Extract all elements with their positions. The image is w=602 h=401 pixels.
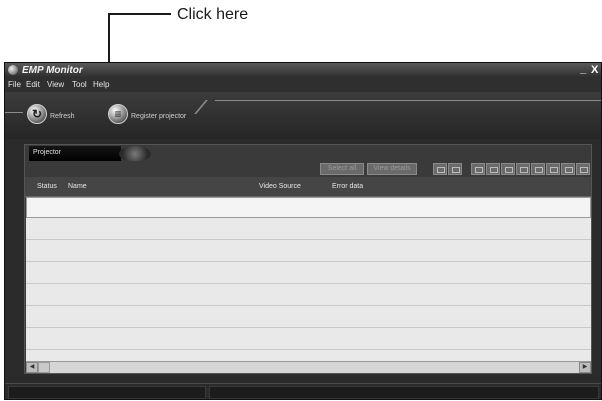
menu-help[interactable]: Help bbox=[93, 79, 109, 91]
menu-edit[interactable]: Edit bbox=[26, 79, 40, 91]
callout-line-horizontal bbox=[108, 13, 171, 15]
refresh-icon: ↻ bbox=[27, 104, 47, 124]
list-row[interactable] bbox=[26, 241, 591, 262]
projector-list[interactable] bbox=[26, 197, 591, 361]
status-pane-right bbox=[209, 386, 599, 399]
refresh-button[interactable]: ↻ Refresh bbox=[27, 104, 87, 126]
list-toolbar: Select all View details bbox=[25, 161, 591, 177]
column-name[interactable]: Name bbox=[68, 182, 87, 192]
minimize-button[interactable]: _ bbox=[577, 64, 589, 76]
select-all-button[interactable]: Select all bbox=[320, 163, 364, 175]
list-row[interactable] bbox=[26, 263, 591, 284]
menu-view[interactable]: View bbox=[47, 79, 64, 91]
window-title: EMP Monitor bbox=[22, 65, 83, 76]
display-icon[interactable] bbox=[546, 163, 560, 175]
toolbar-divider bbox=[5, 112, 23, 113]
list-row[interactable] bbox=[26, 329, 591, 350]
column-header-row: Status Name Video Source Error data bbox=[25, 177, 591, 197]
menu-tool[interactable]: Tool bbox=[72, 79, 87, 91]
monitor-icon[interactable] bbox=[516, 163, 530, 175]
detail-view-icon[interactable] bbox=[501, 163, 515, 175]
status-pane-left bbox=[8, 386, 206, 399]
projector-icon[interactable] bbox=[531, 163, 545, 175]
column-video-source[interactable]: Video Source bbox=[259, 182, 301, 192]
list-row[interactable] bbox=[26, 285, 591, 306]
scroll-right-arrow-icon[interactable]: ▶ bbox=[579, 362, 591, 373]
column-error-data[interactable]: Error data bbox=[332, 182, 363, 192]
register-projector-button[interactable]: ≡ Register projector bbox=[108, 104, 208, 126]
projector-tab[interactable]: Projector bbox=[29, 146, 121, 161]
grid-view-icon[interactable] bbox=[471, 163, 485, 175]
refresh-label: Refresh bbox=[50, 113, 75, 120]
scroll-thumb[interactable] bbox=[38, 362, 50, 373]
menu-bar: File Edit View Tool Help bbox=[5, 78, 601, 92]
title-bar: EMP Monitor _ X bbox=[5, 63, 601, 78]
toolbar-divider bbox=[215, 100, 601, 101]
app-icon bbox=[8, 65, 18, 75]
view-details-button[interactable]: View details bbox=[367, 163, 417, 175]
toolbar: ↻ Refresh ≡ Register projector bbox=[5, 92, 601, 139]
emp-monitor-window: EMP Monitor _ X File Edit View Tool Help… bbox=[4, 62, 602, 400]
list-view-icon[interactable] bbox=[486, 163, 500, 175]
screen-icon[interactable] bbox=[561, 163, 575, 175]
tab-decoration bbox=[119, 146, 151, 162]
projector-panel: Projector Select all View details Status… bbox=[24, 144, 592, 374]
horizontal-scrollbar[interactable]: ◀ ▶ bbox=[26, 361, 591, 373]
register-projector-label: Register projector bbox=[131, 113, 187, 120]
list-row[interactable] bbox=[26, 219, 591, 240]
settings-icon[interactable] bbox=[576, 163, 590, 175]
power-icon[interactable] bbox=[448, 163, 462, 175]
scroll-left-arrow-icon[interactable]: ◀ bbox=[26, 362, 38, 373]
column-status[interactable]: Status bbox=[37, 182, 57, 192]
status-bar bbox=[5, 383, 601, 399]
list-row[interactable] bbox=[26, 197, 591, 218]
callout-label: Click here bbox=[177, 6, 249, 23]
list-row[interactable] bbox=[26, 307, 591, 328]
info-icon[interactable] bbox=[433, 163, 447, 175]
close-button[interactable]: X bbox=[591, 64, 601, 76]
register-projector-icon: ≡ bbox=[108, 104, 128, 124]
menu-file[interactable]: File bbox=[8, 79, 21, 91]
